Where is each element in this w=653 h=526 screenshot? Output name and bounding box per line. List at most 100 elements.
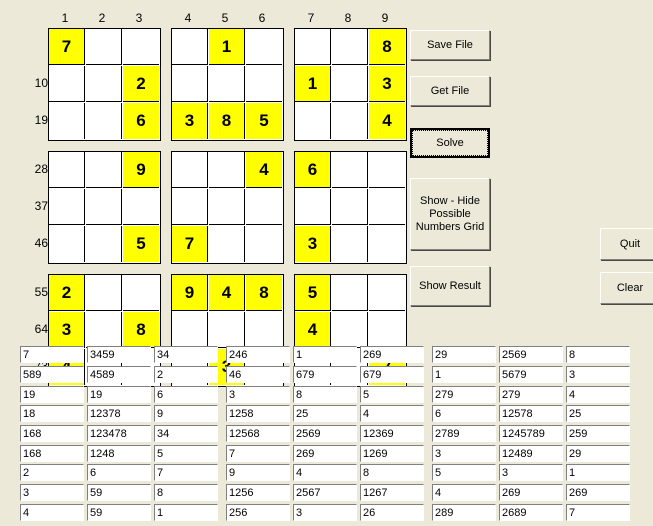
- possible-cell-r2c3[interactable]: 2: [154, 366, 218, 383]
- possible-cell-r6c9[interactable]: 29: [566, 445, 630, 462]
- possible-cell-r4c8[interactable]: 12578: [499, 405, 563, 422]
- possible-cell-r8c4[interactable]: 1256: [226, 484, 290, 501]
- possible-cell-r7c6[interactable]: 8: [360, 464, 424, 481]
- possible-cell-r1c4[interactable]: 246: [226, 346, 290, 363]
- sudoku-cell-r7c8[interactable]: [332, 275, 368, 311]
- possible-cell-r8c3[interactable]: 8: [154, 484, 218, 501]
- possible-cell-r8c5[interactable]: 2567: [293, 484, 357, 501]
- sudoku-cell-r8c4[interactable]: [172, 312, 208, 348]
- possible-cell-r5c8[interactable]: 1245789: [499, 425, 563, 442]
- sudoku-cell-r7c7[interactable]: 5: [295, 275, 331, 311]
- possible-cell-r4c7[interactable]: 6: [432, 405, 496, 422]
- sudoku-cell-r4c4[interactable]: [172, 152, 208, 188]
- possible-cell-r3c1[interactable]: 19: [20, 386, 84, 403]
- possible-cell-r3c5[interactable]: 8: [293, 386, 357, 403]
- possible-cell-r3c6[interactable]: 5: [360, 386, 424, 403]
- sudoku-cell-r5c6[interactable]: [246, 189, 282, 225]
- possible-cell-r4c2[interactable]: 12378: [87, 405, 151, 422]
- possible-cell-r6c4[interactable]: 7: [226, 445, 290, 462]
- sudoku-cell-r4c2[interactable]: [86, 152, 122, 188]
- possible-cell-r1c8[interactable]: 2569: [499, 346, 563, 363]
- possible-cell-r5c5[interactable]: 2569: [293, 425, 357, 442]
- possible-cell-r7c3[interactable]: 7: [154, 464, 218, 481]
- possible-cell-r3c4[interactable]: 3: [226, 386, 290, 403]
- possible-cell-r2c4[interactable]: 46: [226, 366, 290, 383]
- possible-cell-r3c8[interactable]: 279: [499, 386, 563, 403]
- sudoku-cell-r6c2[interactable]: [86, 226, 122, 262]
- possible-cell-r4c1[interactable]: 18: [20, 405, 84, 422]
- possible-cell-r6c7[interactable]: 3: [432, 445, 496, 462]
- sudoku-cell-r8c8[interactable]: [332, 312, 368, 348]
- possible-cell-r9c8[interactable]: 2689: [499, 504, 563, 521]
- sudoku-cell-r1c9[interactable]: 8: [369, 29, 405, 65]
- sudoku-cell-r5c9[interactable]: [369, 189, 405, 225]
- sudoku-cell-r4c8[interactable]: [332, 152, 368, 188]
- sudoku-cell-r4c3[interactable]: 9: [123, 152, 159, 188]
- sudoku-cell-r8c6[interactable]: [246, 312, 282, 348]
- get-file-button[interactable]: Get File: [410, 76, 490, 106]
- sudoku-cell-r3c9[interactable]: 4: [369, 103, 405, 139]
- sudoku-cell-r1c8[interactable]: [332, 29, 368, 65]
- sudoku-cell-r1c3[interactable]: [123, 29, 159, 65]
- sudoku-cell-r3c5[interactable]: 8: [209, 103, 245, 139]
- sudoku-cell-r6c4[interactable]: 7: [172, 226, 208, 262]
- sudoku-cell-r8c2[interactable]: [86, 312, 122, 348]
- possible-cell-r2c8[interactable]: 5679: [499, 366, 563, 383]
- sudoku-cell-r3c2[interactable]: [86, 103, 122, 139]
- possible-cell-r5c7[interactable]: 2789: [432, 425, 496, 442]
- possible-cell-r5c3[interactable]: 34: [154, 425, 218, 442]
- possible-cell-r1c9[interactable]: 8: [566, 346, 630, 363]
- possible-cell-r9c5[interactable]: 3: [293, 504, 357, 521]
- possible-cell-r9c4[interactable]: 256: [226, 504, 290, 521]
- sudoku-cell-r3c1[interactable]: [49, 103, 85, 139]
- possible-cell-r9c3[interactable]: 1: [154, 504, 218, 521]
- sudoku-cell-r5c5[interactable]: [209, 189, 245, 225]
- sudoku-cell-r7c5[interactable]: 4: [209, 275, 245, 311]
- possible-cell-r5c6[interactable]: 12369: [360, 425, 424, 442]
- possible-cell-r7c8[interactable]: 3: [499, 464, 563, 481]
- possible-cell-r1c5[interactable]: 1: [293, 346, 357, 363]
- possible-cell-r7c2[interactable]: 6: [87, 464, 151, 481]
- possible-cell-r2c2[interactable]: 4589: [87, 366, 151, 383]
- possible-cell-r3c2[interactable]: 19: [87, 386, 151, 403]
- sudoku-cell-r8c7[interactable]: 4: [295, 312, 331, 348]
- possible-cell-r1c7[interactable]: 29: [432, 346, 496, 363]
- sudoku-cell-r4c5[interactable]: [209, 152, 245, 188]
- sudoku-cell-r7c4[interactable]: 9: [172, 275, 208, 311]
- possible-cell-r7c9[interactable]: 1: [566, 464, 630, 481]
- possible-cell-r1c2[interactable]: 3459: [87, 346, 151, 363]
- sudoku-cell-r4c9[interactable]: [369, 152, 405, 188]
- sudoku-cell-r1c2[interactable]: [86, 29, 122, 65]
- possible-cell-r4c3[interactable]: 9: [154, 405, 218, 422]
- possible-cell-r9c2[interactable]: 59: [87, 504, 151, 521]
- show-hide-possible-numbers-grid-button[interactable]: Show - Hide Possible Numbers Grid: [410, 178, 490, 250]
- sudoku-cell-r6c5[interactable]: [209, 226, 245, 262]
- possible-cell-r5c4[interactable]: 12568: [226, 425, 290, 442]
- possible-cell-r5c1[interactable]: 168: [20, 425, 84, 442]
- sudoku-cell-r5c8[interactable]: [332, 189, 368, 225]
- sudoku-cell-r6c9[interactable]: [369, 226, 405, 262]
- solve-button[interactable]: Solve: [410, 128, 490, 158]
- possible-numbers-grid[interactable]: 7 3459 34 589 4589 2 19 19 6 246 1 269 46 679 679 3 8 5 29…: [20, 346, 640, 522]
- sudoku-cell-r2c5[interactable]: [209, 66, 245, 102]
- possible-cell-r9c7[interactable]: 289: [432, 504, 496, 521]
- sudoku-cell-r1c5[interactable]: 1: [209, 29, 245, 65]
- sudoku-cell-r2c1[interactable]: [49, 66, 85, 102]
- sudoku-cell-r8c5[interactable]: [209, 312, 245, 348]
- possible-cell-r5c2[interactable]: 123478: [87, 425, 151, 442]
- possible-cell-r4c9[interactable]: 25: [566, 405, 630, 422]
- possible-cell-r3c7[interactable]: 279: [432, 386, 496, 403]
- possible-cell-r7c1[interactable]: 2: [20, 464, 84, 481]
- possible-cell-r4c5[interactable]: 25: [293, 405, 357, 422]
- possible-cell-r8c6[interactable]: 1267: [360, 484, 424, 501]
- sudoku-cell-r5c2[interactable]: [86, 189, 122, 225]
- possible-cell-r3c3[interactable]: 6: [154, 386, 218, 403]
- possible-cell-r5c9[interactable]: 259: [566, 425, 630, 442]
- sudoku-cell-r2c7[interactable]: 1: [295, 66, 331, 102]
- show-result-button[interactable]: Show Result: [410, 266, 490, 306]
- sudoku-cell-r8c9[interactable]: [369, 312, 405, 348]
- sudoku-cell-r3c7[interactable]: [295, 103, 331, 139]
- sudoku-cell-r4c1[interactable]: [49, 152, 85, 188]
- sudoku-cell-r5c4[interactable]: [172, 189, 208, 225]
- quit-button[interactable]: Quit: [600, 228, 653, 260]
